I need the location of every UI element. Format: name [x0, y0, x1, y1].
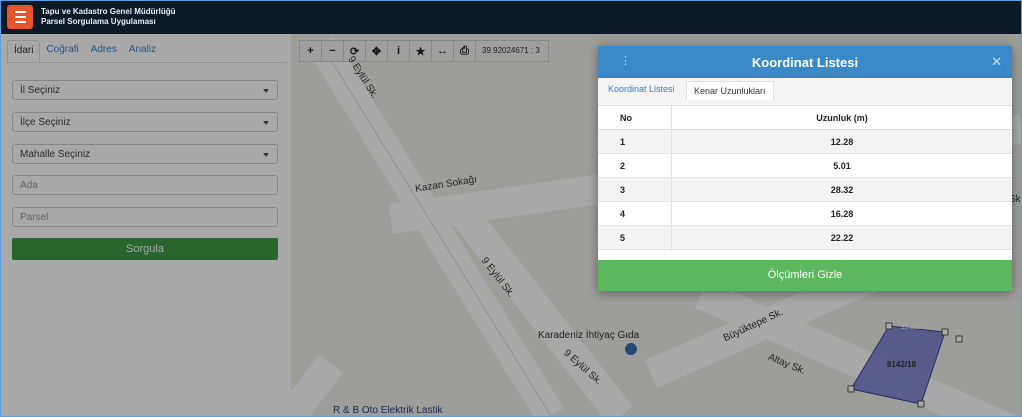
table-row: 5 22.22 — [598, 225, 1012, 250]
dialog-tabs: Koordinat Listesi Kenar Uzunlukları — [598, 78, 1012, 106]
coordinate-list-dialog: ⋮ Koordinat Listesi ✕ Koordinat Listesi … — [598, 46, 1012, 291]
tab-coordinate-list[interactable]: Koordinat Listesi — [608, 84, 675, 94]
row-number: 5 — [598, 225, 672, 250]
row-length: 28.32 — [671, 177, 1012, 202]
row-number: 3 — [598, 177, 672, 202]
dialog-header: ⋮ Koordinat Listesi ✕ — [598, 46, 1012, 78]
row-number: 4 — [598, 201, 672, 226]
row-length: 22.22 — [671, 225, 1012, 250]
hide-measurements-button[interactable]: Ölçümleri Gizle — [598, 260, 1012, 291]
column-header-no: No — [598, 106, 672, 130]
row-number: 2 — [598, 153, 672, 178]
app-title-line2: Parsel Sorgulama Uygulaması — [41, 17, 156, 26]
tab-edge-lengths[interactable]: Kenar Uzunlukları — [686, 81, 774, 100]
hamburger-menu-icon[interactable] — [7, 5, 33, 29]
table-row: 3 28.32 — [598, 177, 1012, 202]
column-header-length: Uzunluk (m) — [671, 106, 1012, 130]
table-row: 1 12.28 — [598, 129, 1012, 154]
table-row: 4 16.28 — [598, 201, 1012, 226]
app-window: Tapu ve Kadastro Genel Müdürlüğü Parsel … — [0, 0, 1022, 417]
app-title-line1: Tapu ve Kadastro Genel Müdürlüğü — [41, 7, 176, 16]
row-length: 12.28 — [671, 129, 1012, 154]
edge-length-table: No Uzunluk (m) 1 12.28 2 5.01 3 28.32 4 … — [598, 106, 1012, 250]
app-header: Tapu ve Kadastro Genel Müdürlüğü Parsel … — [1, 1, 1021, 34]
row-length: 5.01 — [671, 153, 1012, 178]
dialog-title: Koordinat Listesi — [751, 55, 859, 70]
row-length: 16.28 — [671, 201, 1012, 226]
app-title: Tapu ve Kadastro Genel Müdürlüğü Parsel … — [41, 7, 176, 27]
table-row: 2 5.01 — [598, 153, 1012, 178]
close-icon[interactable]: ✕ — [991, 54, 1002, 70]
row-number: 1 — [598, 129, 672, 154]
